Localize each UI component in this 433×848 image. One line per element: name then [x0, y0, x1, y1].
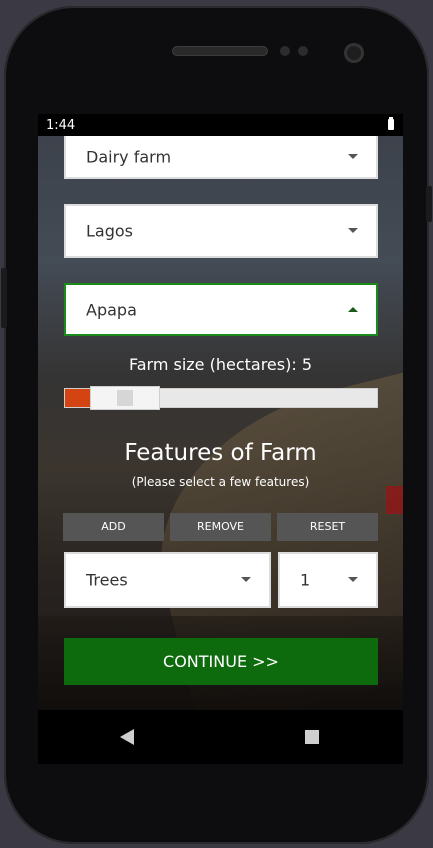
lga-select[interactable]: Apapa: [64, 283, 378, 336]
phone-sensor: [280, 46, 290, 56]
chevron-up-icon: [348, 306, 358, 312]
farm-type-select[interactable]: Dairy farm: [64, 136, 378, 179]
background-tractor: [386, 486, 403, 514]
phone-sensor: [298, 46, 308, 56]
remove-button[interactable]: REMOVE: [170, 513, 271, 541]
front-camera: [344, 43, 364, 63]
quantity-select[interactable]: 1: [278, 552, 378, 608]
navigation-bar: [38, 710, 403, 764]
chevron-down-icon: [241, 577, 251, 582]
farm-size-slider[interactable]: [64, 386, 378, 410]
farm-type-value: Dairy farm: [86, 147, 172, 167]
app-content: Dairy farm Lagos Apapa Farm size (hectar…: [38, 136, 403, 710]
add-button[interactable]: ADD: [63, 513, 164, 541]
feature-value: Trees: [86, 570, 128, 590]
continue-button[interactable]: CONTINUE >>: [64, 638, 378, 685]
chevron-down-icon: [348, 577, 358, 582]
quantity-value: 1: [300, 570, 311, 590]
slider-fill: [65, 389, 90, 407]
recents-icon[interactable]: [305, 730, 319, 744]
reset-button[interactable]: RESET: [277, 513, 378, 541]
state-value: Lagos: [86, 221, 133, 241]
chevron-down-icon: [348, 228, 358, 233]
phone-frame: 1:44 Dairy farm Lagos Apapa Farm size (h…: [1, 6, 432, 844]
lga-value: Apapa: [86, 300, 137, 319]
features-subtitle: (Please select a few features): [131, 475, 310, 489]
slider-thumb[interactable]: [90, 386, 160, 410]
state-select[interactable]: Lagos: [64, 204, 378, 258]
back-icon[interactable]: [120, 729, 134, 745]
farm-size-label: Farm size (hectares): 5: [128, 355, 313, 374]
status-bar: 1:44: [38, 114, 403, 136]
phone-side-button-left: [1, 268, 7, 328]
battery-icon: [388, 117, 394, 130]
slider-grip-icon: [117, 390, 133, 406]
phone-speaker: [172, 46, 268, 56]
feature-select[interactable]: Trees: [64, 552, 271, 608]
features-title: Features of Farm: [124, 440, 317, 466]
chevron-down-icon: [348, 154, 358, 160]
status-time: 1:44: [46, 118, 76, 133]
phone-side-button-right: [426, 186, 432, 222]
screen: 1:44 Dairy farm Lagos Apapa Farm size (h…: [38, 114, 403, 764]
